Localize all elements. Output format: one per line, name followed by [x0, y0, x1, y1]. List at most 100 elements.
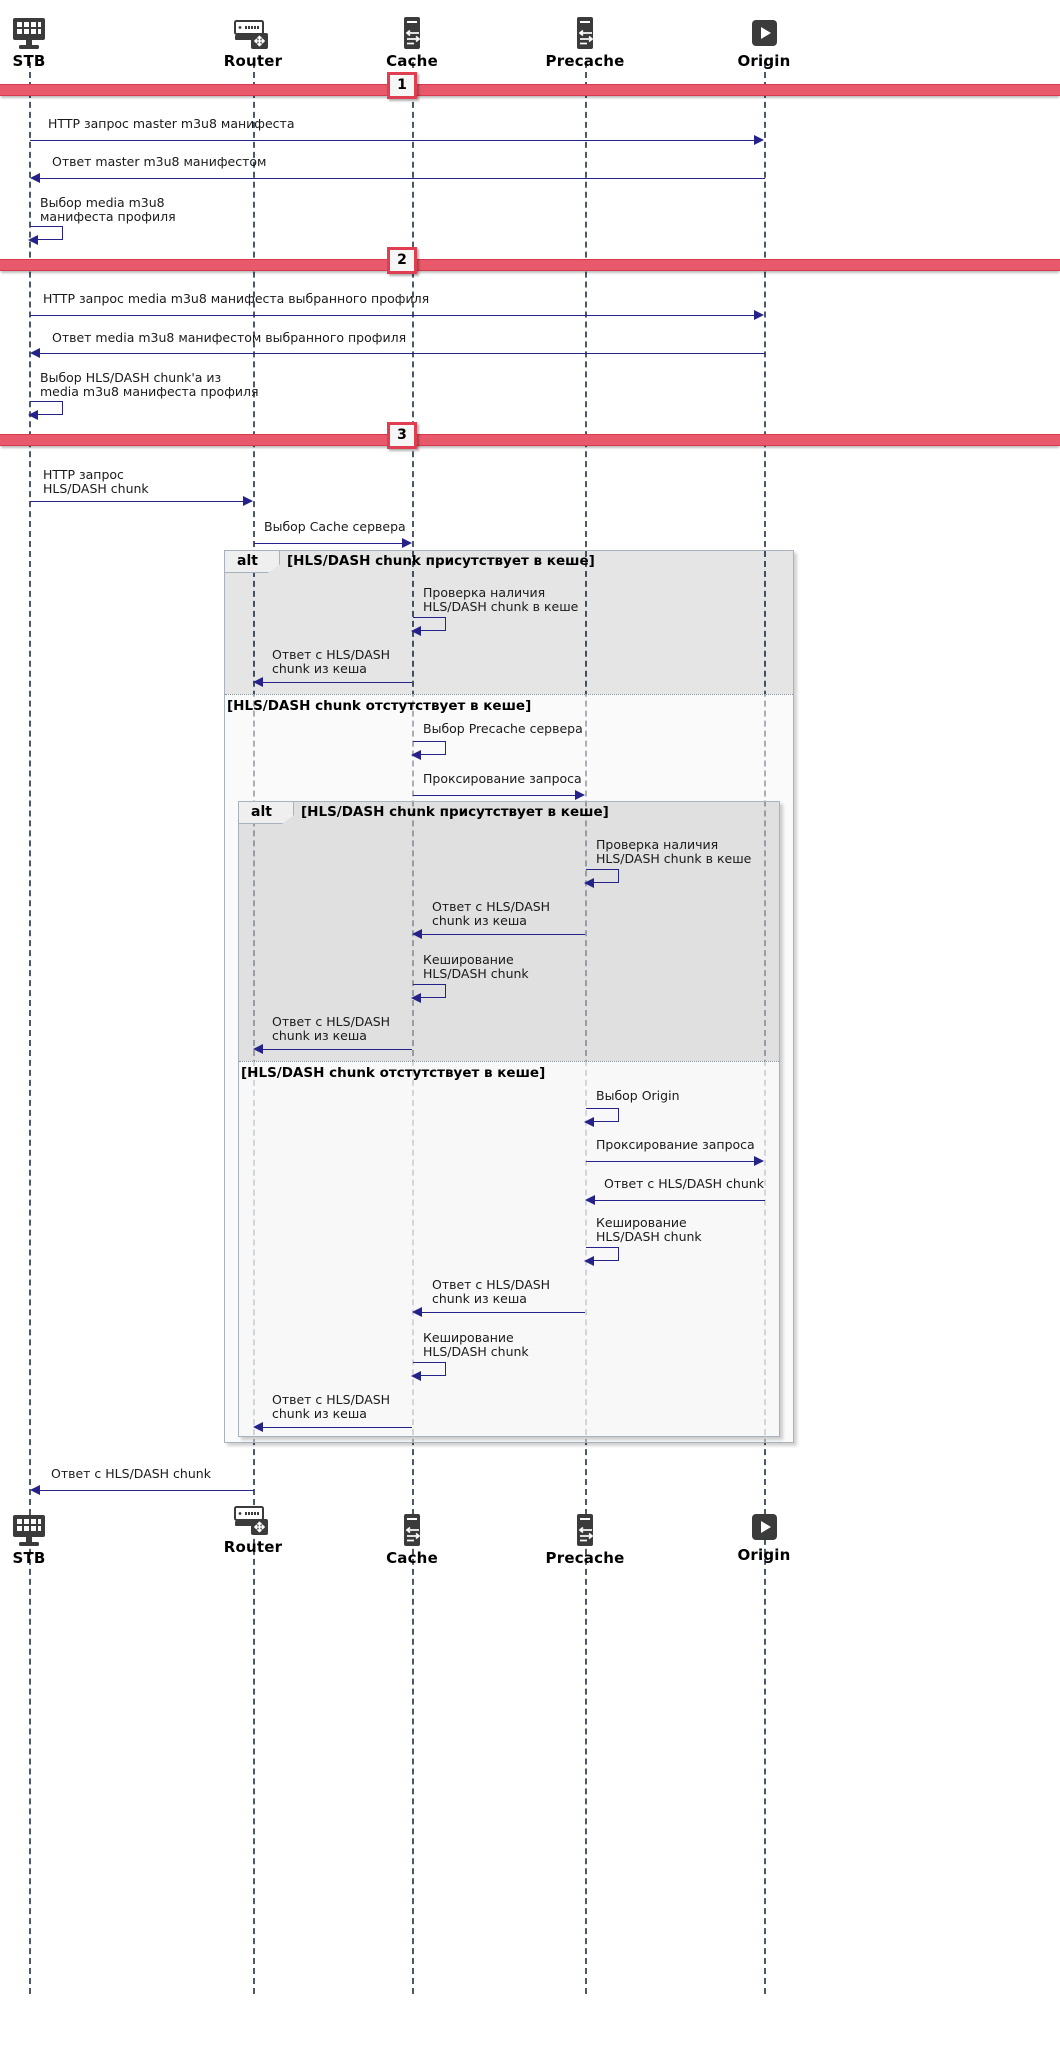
server-icon [515, 8, 655, 50]
message-arrow [422, 1312, 585, 1313]
message-text: Ответ с HLS/DASH chunk из кеша [432, 899, 551, 928]
message-text: Проверка наличия HLS/DASH chunk в кеше [596, 837, 752, 866]
fragment-condition-1: [HLS/DASH chunk присутствует в кеше] [287, 553, 595, 569]
message-text: Выбор media m3u8 манифеста профиля [40, 195, 176, 224]
message-label: Ответ с HLS/DASH chunk из кеша [272, 1393, 390, 1421]
play-icon [694, 8, 834, 50]
divider-bar [0, 434, 1060, 446]
message-label: Выбор media m3u8 манифеста профиля [40, 196, 176, 224]
message-arrow [30, 315, 756, 316]
participant-cache-bottom[interactable]: Cache [342, 1505, 482, 1567]
participant-origin-top[interactable]: Origin [694, 8, 834, 70]
message-arrow [30, 140, 756, 141]
message-label: Ответ с HLS/DASH chunk из кеша [432, 900, 550, 928]
message-label: Кеширование HLS/DASH chunk [423, 1331, 529, 1359]
arrow-head-icon [253, 1422, 263, 1432]
fragment-condition-2: [HLS/DASH chunk отстутствует в кеше] [241, 1065, 546, 1081]
message-text: HTTP запрос HLS/DASH chunk [43, 467, 149, 496]
participant-origin-bottom[interactable]: Origin [694, 1502, 834, 1564]
stb-screen-icon [0, 8, 99, 50]
divider-2: 2 [0, 247, 1060, 274]
arrow-head-icon [253, 1044, 263, 1054]
message-label: Ответ с HLS/DASH chunk из кеша [432, 1278, 550, 1306]
divider-number: 2 [387, 247, 417, 274]
participant-precache-top[interactable]: Precache [515, 8, 655, 70]
arrow-head-icon [584, 1256, 594, 1266]
fragment-keyword: alt [239, 802, 294, 824]
message-text: Ответ с HLS/DASH chunk из кеша [272, 647, 391, 676]
message-label: Выбор Cache сервера [264, 519, 406, 534]
message-text: Ответ с HLS/DASH chunk из кеша [272, 1014, 391, 1043]
arrow-head-icon [28, 410, 38, 420]
participant-label: Origin [737, 1546, 791, 1564]
arrow-head-icon [411, 750, 421, 760]
divider-bar [0, 84, 1060, 96]
message-label: Выбор Origin [596, 1088, 680, 1103]
divider-number: 1 [387, 72, 417, 99]
participant-cache-top[interactable]: Cache [342, 8, 482, 70]
arrow-head-icon [411, 626, 421, 636]
participant-stb-bottom[interactable]: STB [0, 1505, 99, 1567]
message-label: Кеширование HLS/DASH chunk [596, 1216, 702, 1244]
play-icon [694, 1502, 834, 1544]
sequence-diagram: STB Router Cache Precache Origin 1 HTTP … [0, 0, 1060, 2062]
server-icon [342, 1505, 482, 1547]
participant-label: Precache [545, 52, 625, 70]
participant-router-bottom[interactable]: Router [183, 1494, 323, 1556]
server-icon [515, 1505, 655, 1547]
arrow-head-icon [30, 173, 40, 183]
message-label: Ответ с HLS/DASH chunk из кеша [272, 648, 390, 676]
arrow-head-icon [585, 1195, 595, 1205]
arrow-head-icon [412, 1307, 422, 1317]
message-arrow [586, 1161, 754, 1162]
message-label: Выбор HLS/DASH chunk'a из media m3u8 ман… [40, 371, 259, 399]
participant-label: Origin [737, 52, 791, 70]
fragment-condition-2: [HLS/DASH chunk отстутствует в кеше] [227, 698, 532, 714]
participant-label: STB [12, 1549, 46, 1567]
message-label: HTTP запрос HLS/DASH chunk [43, 468, 149, 496]
participant-label: STB [12, 52, 46, 70]
divider-bar [0, 259, 1060, 271]
divider-1: 1 [0, 72, 1060, 99]
arrow-head-icon [754, 135, 764, 145]
message-arrow [30, 501, 244, 502]
divider-number: 3 [387, 422, 417, 449]
message-arrow [413, 795, 575, 796]
message-label: Ответ с HLS/DASH chunk [604, 1176, 764, 1191]
arrow-head-icon [575, 790, 585, 800]
arrow-head-icon [411, 993, 421, 1003]
message-arrow [40, 178, 765, 179]
router-icon [183, 1494, 323, 1536]
participant-label: Router [223, 52, 283, 70]
fragment-keyword: alt [225, 551, 280, 573]
message-label: HTTP запрос media m3u8 манифеста выбранн… [43, 291, 430, 306]
fragment-condition-1: [HLS/DASH chunk присутствует в кеше] [301, 804, 609, 820]
message-label: HTTP запрос master m3u8 манифеста [48, 116, 295, 131]
participant-stb-top[interactable]: STB [0, 8, 99, 70]
message-arrow [40, 1490, 254, 1491]
participant-label: Cache [386, 52, 438, 70]
fragment-else-separator [239, 1061, 779, 1062]
message-arrow [263, 1427, 412, 1428]
fragment-branch-2 [239, 1061, 779, 1436]
participant-precache-bottom[interactable]: Precache [515, 1505, 655, 1567]
arrow-head-icon [30, 1485, 40, 1495]
arrow-head-icon [30, 348, 40, 358]
participant-router-top[interactable]: Router [183, 8, 323, 70]
message-label: Ответ master m3u8 манифестом [52, 154, 267, 169]
message-label: Проксирование запроса [423, 771, 582, 786]
message-label: Проксирование запроса [596, 1137, 755, 1152]
router-icon [183, 8, 323, 50]
participant-label: Router [223, 1538, 283, 1556]
message-arrow [595, 1200, 765, 1201]
message-text: Кеширование HLS/DASH chunk [423, 952, 529, 981]
message-label: Выбор Precache сервера [423, 721, 583, 736]
message-arrow [254, 543, 402, 544]
arrow-head-icon [253, 677, 263, 687]
fragment-else-separator [225, 694, 793, 695]
message-text: Ответ с HLS/DASH chunk из кеша [432, 1277, 551, 1306]
message-arrow [263, 1049, 412, 1050]
message-label: Кеширование HLS/DASH chunk [423, 953, 529, 981]
arrow-head-icon [754, 310, 764, 320]
message-label: Ответ с HLS/DASH chunk [51, 1466, 211, 1481]
